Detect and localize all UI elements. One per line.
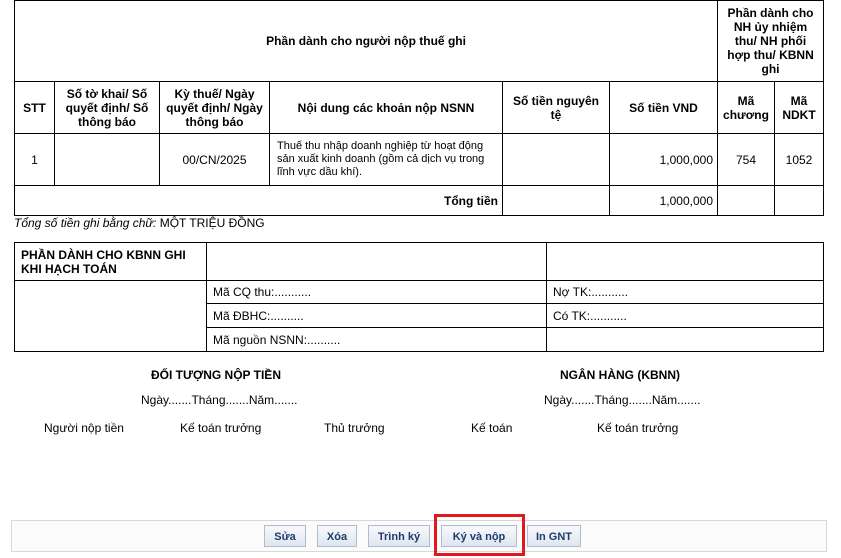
- cell-ma-ndkt: 1052: [773, 133, 825, 186]
- total-vnd: 1,000,000: [609, 185, 718, 216]
- ma-cq-thu: Mã CQ thu:...........: [206, 280, 547, 304]
- total-label: Tổng tiền: [14, 185, 503, 216]
- co-tk: Có TK:...........: [546, 303, 824, 328]
- no-tk: Nợ TK:...........: [546, 280, 824, 304]
- header-noi-dung: Nội dung các khoản nộp NSNN: [269, 81, 503, 134]
- payer-date: Ngày.......Tháng.......Năm.......: [141, 393, 298, 407]
- header-ky-thue: Kỳ thuế/ Ngày quyết định/ Ngày thông báo: [159, 81, 270, 134]
- cell-so-tien-nguyen-te: [502, 133, 610, 186]
- header-ma-chuong: Mã chương: [717, 81, 775, 134]
- amount-in-words-value: MỘT TRIỆU ĐỒNG: [159, 216, 265, 230]
- header-so-to-khai: Số tờ khai/ Số quyết định/ Số thông báo: [54, 81, 160, 134]
- total-row: Tổng tiền 1,000,000: [14, 185, 825, 216]
- submit-for-signing-button[interactable]: Trình ký: [368, 525, 430, 547]
- table-row: 1 00/CN/2025 Thuế thu nhập doanh nghiệp …: [14, 133, 825, 186]
- ma-dbhc: Mã ĐBHC:..........: [206, 303, 547, 328]
- amount-in-words: Tổng số tiền ghi bằng chữ: MỘT TRIỆU ĐỒN…: [14, 216, 265, 230]
- edit-button[interactable]: Sửa: [264, 525, 306, 547]
- amount-in-words-label: Tổng số tiền ghi bằng chữ:: [14, 216, 157, 230]
- ma-nguon-nsnn: Mã nguồn NSNN:..........: [206, 327, 547, 352]
- cell-ma-chuong: 754: [717, 133, 775, 186]
- payer-person-label: Người nộp tiền: [44, 421, 124, 435]
- cell-stt: 1: [14, 133, 55, 186]
- bank-accountant-label: Kế toán: [471, 421, 513, 435]
- kbnn-empty-cell: [546, 242, 824, 281]
- kbnn-empty-cell: [546, 327, 824, 352]
- cell-noi-dung: Thuế thu nhập doanh nghiệp từ hoạt động …: [269, 133, 503, 186]
- kbnn-left-empty: [14, 280, 207, 352]
- cell-ky-thue: 00/CN/2025: [159, 133, 270, 186]
- total-ma-ndkt: [773, 185, 825, 216]
- header-stt: STT: [14, 81, 55, 134]
- header-so-tien-nguyen-te: Số tiền nguyên tệ: [502, 81, 610, 134]
- header-ma-ndkt: Mã NDKT: [773, 81, 825, 134]
- cell-so-tien-vnd: 1,000,000: [609, 133, 718, 186]
- bank-section-title: Phần dành cho NH ủy nhiệm thu/ NH phối h…: [716, 0, 825, 82]
- tax-payment-table: Phần dành cho người nộp thuế ghi Phần dà…: [14, 0, 825, 216]
- delete-button[interactable]: Xóa: [317, 525, 357, 547]
- bank-director-label: Thủ trưởng: [324, 421, 385, 435]
- kbnn-section-title: PHẦN DÀNH CHO KBNN GHI KHI HẠCH TOÁN: [14, 242, 207, 281]
- kbnn-empty-cell: [206, 242, 547, 281]
- print-gnt-button[interactable]: In GNT: [527, 525, 581, 547]
- bank-chief-accountant-label: Kế toán trưởng: [597, 421, 679, 435]
- bank-date: Ngày.......Tháng.......Năm.......: [544, 393, 701, 407]
- bank-signature-title: NGÂN HÀNG (KBNN): [560, 368, 680, 382]
- highlight-box: [434, 514, 525, 556]
- kbnn-accounting-table: PHẦN DÀNH CHO KBNN GHI KHI HẠCH TOÁN Mã …: [14, 242, 824, 352]
- header-so-tien-vnd: Số tiền VND: [609, 81, 718, 134]
- payer-signature-title: ĐỐI TƯỢNG NỘP TIỀN: [151, 368, 281, 382]
- taxpayer-section-title: Phần dành cho người nộp thuế ghi: [14, 0, 718, 82]
- payer-chief-accountant-label: Kế toán trưởng: [180, 421, 262, 435]
- cell-so-to-khai: [54, 133, 160, 186]
- total-ma-chuong: [717, 185, 775, 216]
- total-nguyen-te: [502, 185, 610, 216]
